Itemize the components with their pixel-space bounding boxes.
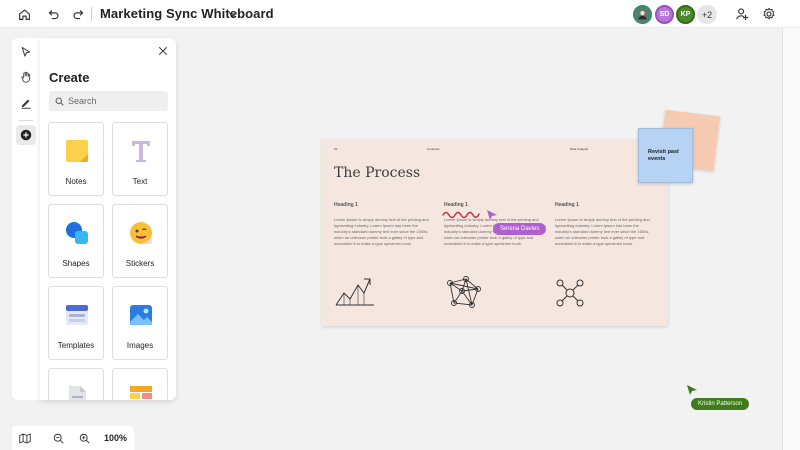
tile-label: Shapes [62, 259, 90, 268]
pointer-arrow-icon [21, 47, 31, 57]
plus-circle-icon [20, 129, 32, 141]
create-tile-stickers[interactable]: Stickers [112, 204, 168, 278]
create-tile-grid[interactable] [112, 368, 168, 400]
add-tool[interactable] [16, 125, 36, 145]
column-body: Lorem Ipsum is simply dummy text of the … [555, 217, 650, 246]
zoom-level[interactable]: 100% [104, 433, 127, 443]
document-icon [69, 386, 86, 400]
image-icon [130, 305, 152, 325]
top-bar: Marketing Sync Whiteboard SD KP +2 [0, 0, 800, 28]
create-tile-templates[interactable]: Templates [48, 286, 104, 360]
collaborator-avatar-3[interactable]: KP [676, 5, 695, 24]
share-people-icon[interactable] [731, 4, 753, 24]
collaborator-cursor-icon [687, 385, 697, 395]
zoom-bar: 100% [12, 426, 134, 450]
column-heading: Heading 1 [555, 202, 579, 208]
whiteboard-title[interactable]: Marketing Sync Whiteboard [100, 6, 274, 21]
tile-label: Templates [57, 341, 95, 350]
text-icon [132, 141, 150, 162]
select-tool[interactable] [16, 42, 36, 62]
create-panel: Create Notes Text Shapes Stickers Templa… [40, 38, 176, 400]
toolbar-divider [91, 7, 92, 21]
tile-label: Notes [65, 177, 87, 186]
column-heading: Heading 1 [334, 202, 358, 208]
growth-chart-icon [335, 278, 374, 306]
column-body: Lorem Ipsum is simply dummy text of the … [334, 217, 429, 246]
create-tile-text[interactable]: Text [112, 122, 168, 196]
canvas-right-edge [782, 28, 800, 450]
sticker-icon [130, 222, 152, 244]
sticky-note-front[interactable]: Revisit past events [638, 128, 693, 183]
slide-header-right: Date Analysis [570, 147, 589, 151]
map-icon[interactable] [17, 431, 33, 445]
zoom-in-icon[interactable] [76, 431, 92, 445]
pen-icon [21, 99, 31, 109]
ink-tool[interactable] [16, 93, 36, 113]
zoom-out-icon[interactable] [50, 431, 66, 445]
pan-tool[interactable] [16, 67, 36, 87]
network-icon [447, 276, 481, 308]
sticky-note-icon [66, 140, 88, 162]
home-icon[interactable] [13, 4, 35, 24]
search-icon [55, 97, 64, 106]
create-tile-notes[interactable]: Notes [48, 122, 104, 196]
hand-icon [21, 71, 31, 83]
column-heading: Heading 1 [444, 202, 468, 208]
slide-number: 01 [334, 147, 338, 151]
templates-icon [66, 305, 88, 325]
create-tile-document[interactable] [48, 368, 104, 400]
collaborator-cursor-icon [487, 210, 497, 220]
hub-icon [556, 279, 584, 307]
search-box[interactable] [49, 91, 168, 111]
cursor-label-serena: Serena Davies [493, 223, 547, 235]
more-collaborators-badge[interactable]: +2 [697, 5, 717, 24]
collaborator-avatar-2[interactable]: SD [655, 5, 674, 24]
shapes-icon [66, 222, 88, 244]
redo-icon[interactable] [67, 4, 89, 24]
undo-icon[interactable] [42, 4, 64, 24]
sticky-note-text: Revisit past events [648, 149, 679, 162]
slide-header-center: Centered [427, 147, 440, 151]
chevron-down-icon[interactable] [222, 4, 244, 24]
settings-icon[interactable] [758, 4, 780, 24]
ink-squiggle[interactable] [442, 209, 484, 219]
tile-label: Text [132, 177, 148, 186]
cursor-label-kristin: Kristin Patterson [691, 398, 750, 410]
grid-icon [130, 386, 152, 399]
collaborator-avatar-1[interactable] [633, 5, 652, 24]
panel-title: Create [49, 70, 90, 85]
user-photo-icon [638, 10, 647, 20]
create-tile-images[interactable]: Images [112, 286, 168, 360]
tool-rail-divider [19, 120, 33, 121]
search-input[interactable] [68, 92, 163, 110]
close-icon[interactable] [156, 44, 170, 58]
slide-title: The Process [334, 165, 421, 181]
create-tile-shapes[interactable]: Shapes [48, 204, 104, 278]
tile-label: Images [126, 341, 154, 350]
tile-label: Stickers [125, 259, 155, 268]
tool-rail [12, 38, 40, 400]
